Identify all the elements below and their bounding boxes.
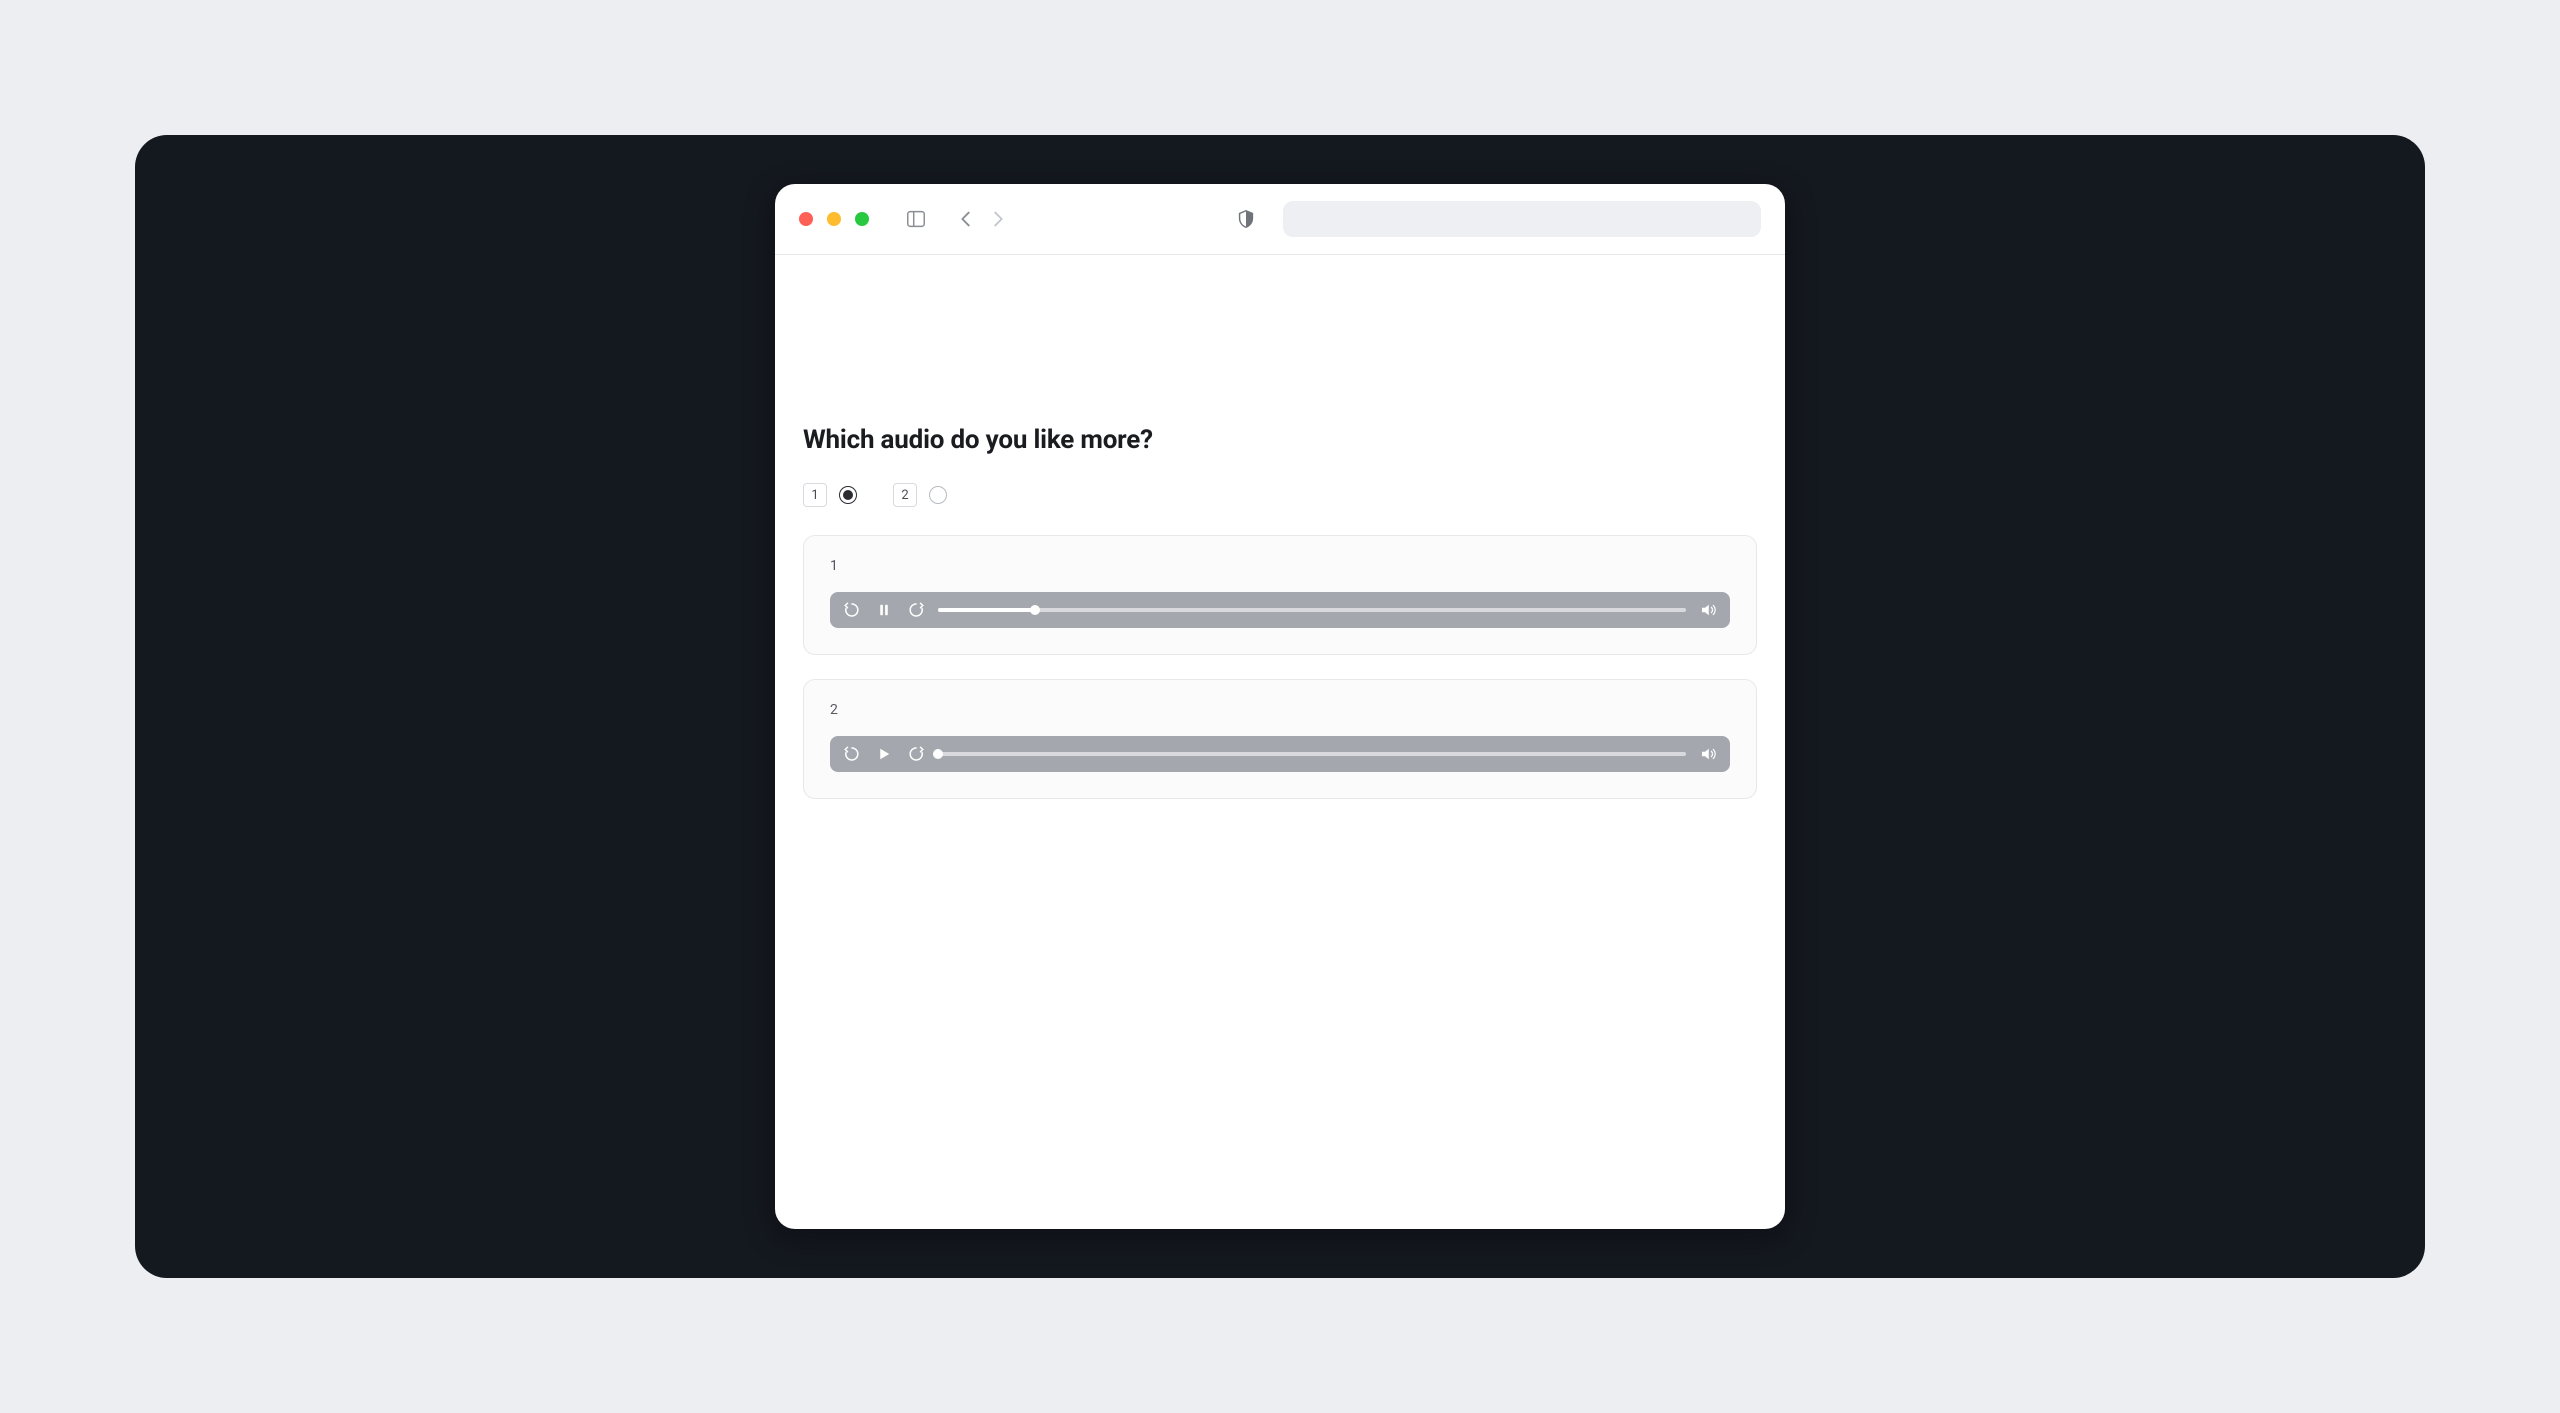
address-bar[interactable] bbox=[1283, 201, 1761, 237]
choice-row: 1 2 bbox=[803, 483, 1757, 507]
audio-card-2: 2 bbox=[803, 679, 1757, 799]
close-window-button[interactable] bbox=[799, 212, 813, 226]
audio-player-2 bbox=[830, 736, 1730, 772]
volume-icon[interactable] bbox=[1698, 744, 1718, 764]
rewind-icon[interactable] bbox=[842, 744, 862, 764]
fastforward-icon[interactable] bbox=[906, 600, 926, 620]
progress-track-1[interactable] bbox=[938, 608, 1686, 612]
play-icon[interactable] bbox=[874, 744, 894, 764]
maximize-window-button[interactable] bbox=[855, 212, 869, 226]
audio-card-1: 1 bbox=[803, 535, 1757, 655]
volume-icon[interactable] bbox=[1698, 600, 1718, 620]
question-heading: Which audio do you like more? bbox=[803, 425, 1757, 455]
choice-radio-2[interactable] bbox=[929, 486, 947, 504]
window-controls bbox=[799, 212, 869, 226]
pause-icon[interactable] bbox=[874, 600, 894, 620]
browser-window: Which audio do you like more? 1 2 1 bbox=[775, 184, 1785, 1229]
choice-key-1: 1 bbox=[803, 483, 827, 507]
rewind-icon[interactable] bbox=[842, 600, 862, 620]
sidebar-toggle-icon[interactable] bbox=[905, 208, 927, 230]
audio-player-1 bbox=[830, 592, 1730, 628]
nav-arrows bbox=[955, 208, 1009, 230]
browser-titlebar bbox=[775, 184, 1785, 255]
forward-button[interactable] bbox=[987, 208, 1009, 230]
progress-track-2[interactable] bbox=[938, 752, 1686, 756]
minimize-window-button[interactable] bbox=[827, 212, 841, 226]
choice-key-2: 2 bbox=[893, 483, 917, 507]
audio-card-1-label: 1 bbox=[830, 558, 1730, 574]
fastforward-icon[interactable] bbox=[906, 744, 926, 764]
choice-option-2[interactable]: 2 bbox=[893, 483, 947, 507]
back-button[interactable] bbox=[955, 208, 977, 230]
dark-stage: Which audio do you like more? 1 2 1 bbox=[135, 135, 2425, 1278]
page-content: Which audio do you like more? 1 2 1 bbox=[775, 255, 1785, 839]
choice-option-1[interactable]: 1 bbox=[803, 483, 857, 507]
choice-radio-1[interactable] bbox=[839, 486, 857, 504]
audio-card-2-label: 2 bbox=[830, 702, 1730, 718]
shield-icon[interactable] bbox=[1235, 208, 1257, 230]
